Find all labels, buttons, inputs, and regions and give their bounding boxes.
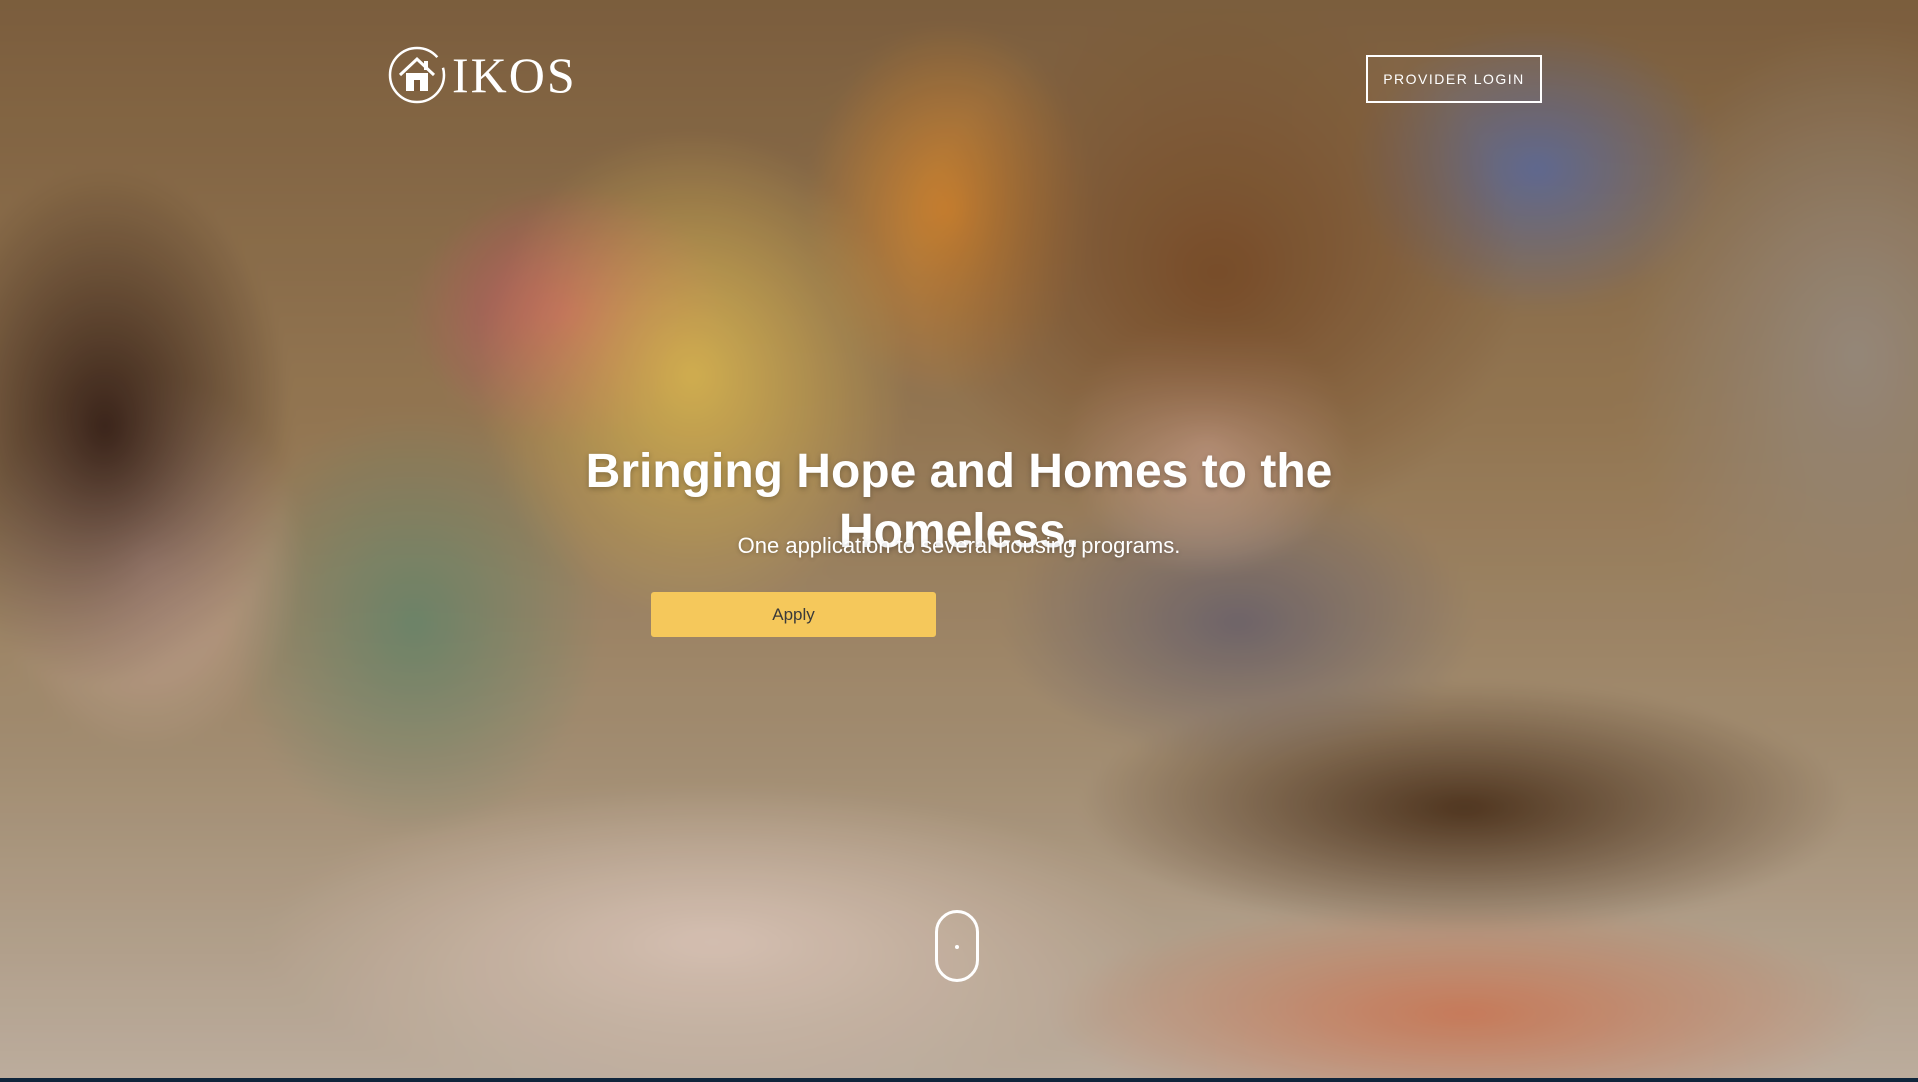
hero-subheadline: One application to several housing progr… <box>737 533 1181 558</box>
provider-login-button[interactable]: PROVIDER LOGIN <box>1366 55 1542 103</box>
scroll-dot <box>955 945 959 949</box>
apply-button[interactable]: Apply <box>651 592 936 637</box>
logo-text: IKOS <box>452 47 577 103</box>
site-logo[interactable]: IKOS <box>386 44 577 106</box>
house-circle-logo-icon <box>388 46 446 104</box>
mouse-scroll-icon[interactable] <box>935 910 979 982</box>
bottom-strip <box>0 1078 1918 1082</box>
hero-section: IKOS PROVIDER LOGIN Bringing Hope and Ho… <box>0 0 1918 1082</box>
